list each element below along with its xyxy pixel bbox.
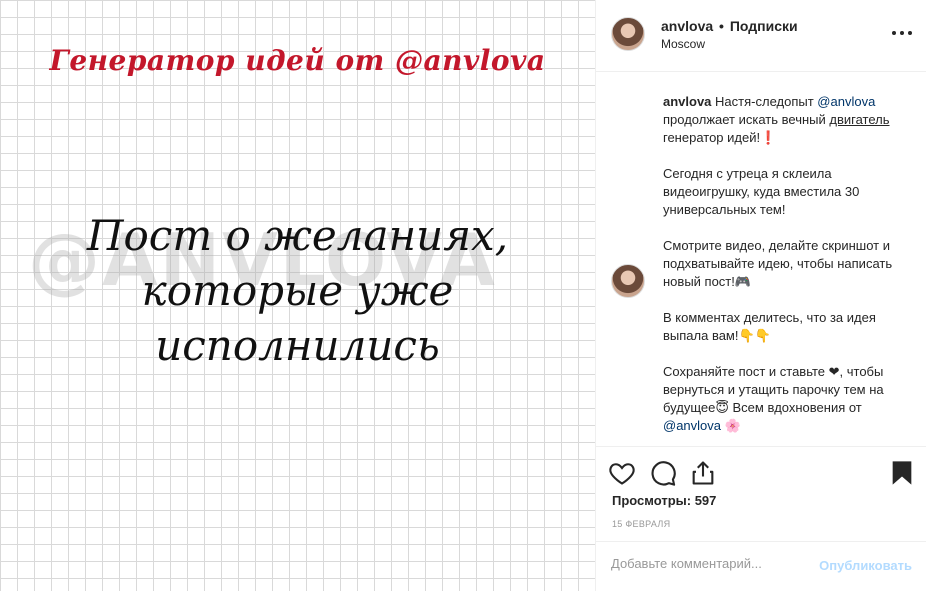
comment-icon[interactable] xyxy=(649,459,677,487)
caption-paragraph-4: В комментах делитесь, что за идея выпала… xyxy=(663,310,876,343)
post-header: anvlova • Подписки Moscow xyxy=(596,0,926,72)
caption-end: 🌸 xyxy=(724,418,741,433)
image-line-2: которые уже xyxy=(141,266,454,315)
image-title: Генератор идей от @anvlova xyxy=(49,44,546,77)
caption-paragraph-3: Смотрите видео, делайте скриншот и подхв… xyxy=(663,238,893,289)
post-date[interactable]: 15 февраля xyxy=(612,519,670,529)
publish-button[interactable]: Опубликовать xyxy=(819,558,912,573)
caption-text-3: генератор идей!❗ xyxy=(663,130,777,145)
header-separator: • xyxy=(719,18,724,34)
share-icon[interactable] xyxy=(689,459,717,487)
comment-input[interactable] xyxy=(611,556,801,571)
caption-mention-2[interactable]: @anvlova xyxy=(663,418,721,433)
post-image[interactable]: Генератор идей от @anvlova @ANVLOVA Пост… xyxy=(0,0,595,591)
image-line-3: исполнились xyxy=(155,321,440,370)
avatar[interactable] xyxy=(611,17,645,51)
caption-mention[interactable]: @anvlova xyxy=(817,94,875,109)
heart-icon[interactable] xyxy=(608,459,636,487)
caption-text-1: Настя-следопыт xyxy=(715,94,814,109)
header-user-line: anvlova • Подписки xyxy=(661,18,798,34)
follow-button[interactable]: Подписки xyxy=(730,18,798,34)
more-icon[interactable] xyxy=(892,31,912,37)
caption-text-2: продолжает искать вечный xyxy=(663,112,826,127)
caption-paragraph-5: Сохраняйте пост и ставьте ❤, чтобы верну… xyxy=(663,364,884,415)
caption-paragraph-2: Сегодня с утреца я склеила видеоигрушку,… xyxy=(663,166,860,217)
bookmark-icon[interactable] xyxy=(888,459,916,487)
image-main-text: Пост о желаниях, которые уже исполнились xyxy=(0,208,595,373)
caption-avatar[interactable] xyxy=(611,264,645,298)
side-panel: anvlova • Подписки Moscow anvlova Настя-… xyxy=(596,0,926,591)
location-link[interactable]: Moscow xyxy=(661,37,705,51)
action-bar xyxy=(596,446,926,496)
caption-username[interactable]: anvlova xyxy=(663,94,711,109)
views-count[interactable]: Просмотры: 597 xyxy=(612,493,716,508)
caption-strike-word: двигатель xyxy=(829,112,890,127)
caption: anvlova Настя-следопыт @anvlova продолжа… xyxy=(663,93,903,453)
comment-bar: Опубликовать xyxy=(596,541,926,591)
header-username[interactable]: anvlova xyxy=(661,18,713,34)
image-line-1: Пост о желаниях, xyxy=(86,211,509,260)
